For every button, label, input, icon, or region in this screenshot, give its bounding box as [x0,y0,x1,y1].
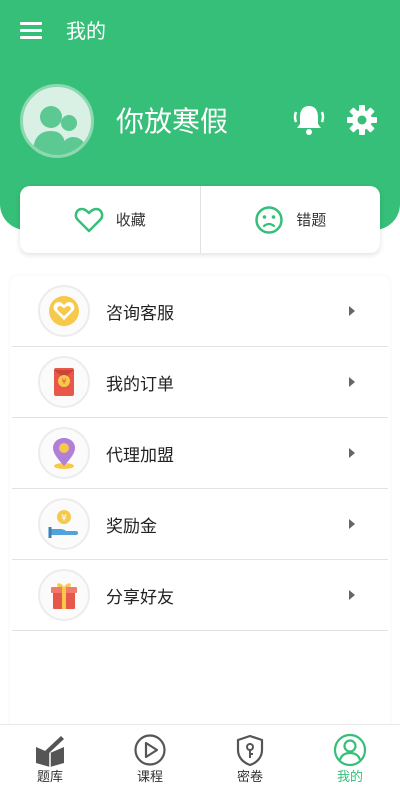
svg-text:¥: ¥ [61,377,66,386]
gear-icon[interactable] [346,104,378,136]
list-item-agent-join[interactable]: 代理加盟 [12,418,388,489]
wrong-questions-button[interactable]: 错题 [201,186,381,253]
chevron-right-icon [349,306,355,316]
chevron-right-icon [349,519,355,529]
avatar[interactable] [20,84,94,158]
heart-badge-icon [38,285,90,337]
red-envelope-icon: ¥ [38,356,90,408]
bell-icon[interactable] [292,102,326,138]
tab-secret-papers[interactable]: 密卷 [200,725,300,800]
wrong-questions-label: 错题 [296,211,327,229]
heart-icon [74,207,104,232]
list-item-share-friends[interactable]: 分享好友 [12,560,388,631]
sad-face-icon [255,205,283,234]
list-item-my-orders[interactable]: ¥ 我的订单 [12,347,388,418]
list-item-label: 我的订单 [106,374,174,395]
list-item-reward[interactable]: ¥ 奖励金 [12,489,388,560]
svg-text:¥: ¥ [61,514,67,524]
chevron-right-icon [349,590,355,600]
user-icon [333,733,367,767]
quick-actions-card: 收藏 错题 [20,186,380,253]
list-item-label: 分享好友 [106,587,174,608]
list-item-customer-service[interactable]: 咨询客服 [12,276,388,347]
shield-key-icon [236,734,264,767]
list-item-label: 奖励金 [106,516,157,537]
bottom-tab-bar: 题库 课程 密卷 我的 [0,724,400,800]
favorites-button[interactable]: 收藏 [20,186,200,253]
chevron-right-icon [349,377,355,387]
menu-icon[interactable] [20,20,44,42]
list-item-label: 咨询客服 [106,303,174,324]
username: 你放寒假 [116,105,229,138]
tab-label: 我的 [336,770,363,785]
menu-list: 咨询客服 ¥ 我的订单 代理加盟 ¥ 奖励金 分享好友 [10,276,390,736]
chevron-right-icon [349,448,355,458]
coin-hand-icon: ¥ [38,498,90,550]
tab-label: 密卷 [236,770,263,785]
play-circle-icon [134,734,166,766]
page-title: 我的 [66,19,106,43]
tab-label: 课程 [136,770,163,785]
book-pen-icon [36,736,64,767]
favorites-label: 收藏 [115,211,146,229]
tab-label: 题库 [36,770,63,785]
gift-box-icon [38,569,90,621]
default-avatar-icon [33,106,87,155]
tab-mine[interactable]: 我的 [300,725,400,800]
location-pin-icon [38,427,90,479]
tab-question-bank[interactable]: 题库 [0,725,100,800]
list-item-label: 代理加盟 [106,445,174,466]
tab-courses[interactable]: 课程 [100,725,200,800]
